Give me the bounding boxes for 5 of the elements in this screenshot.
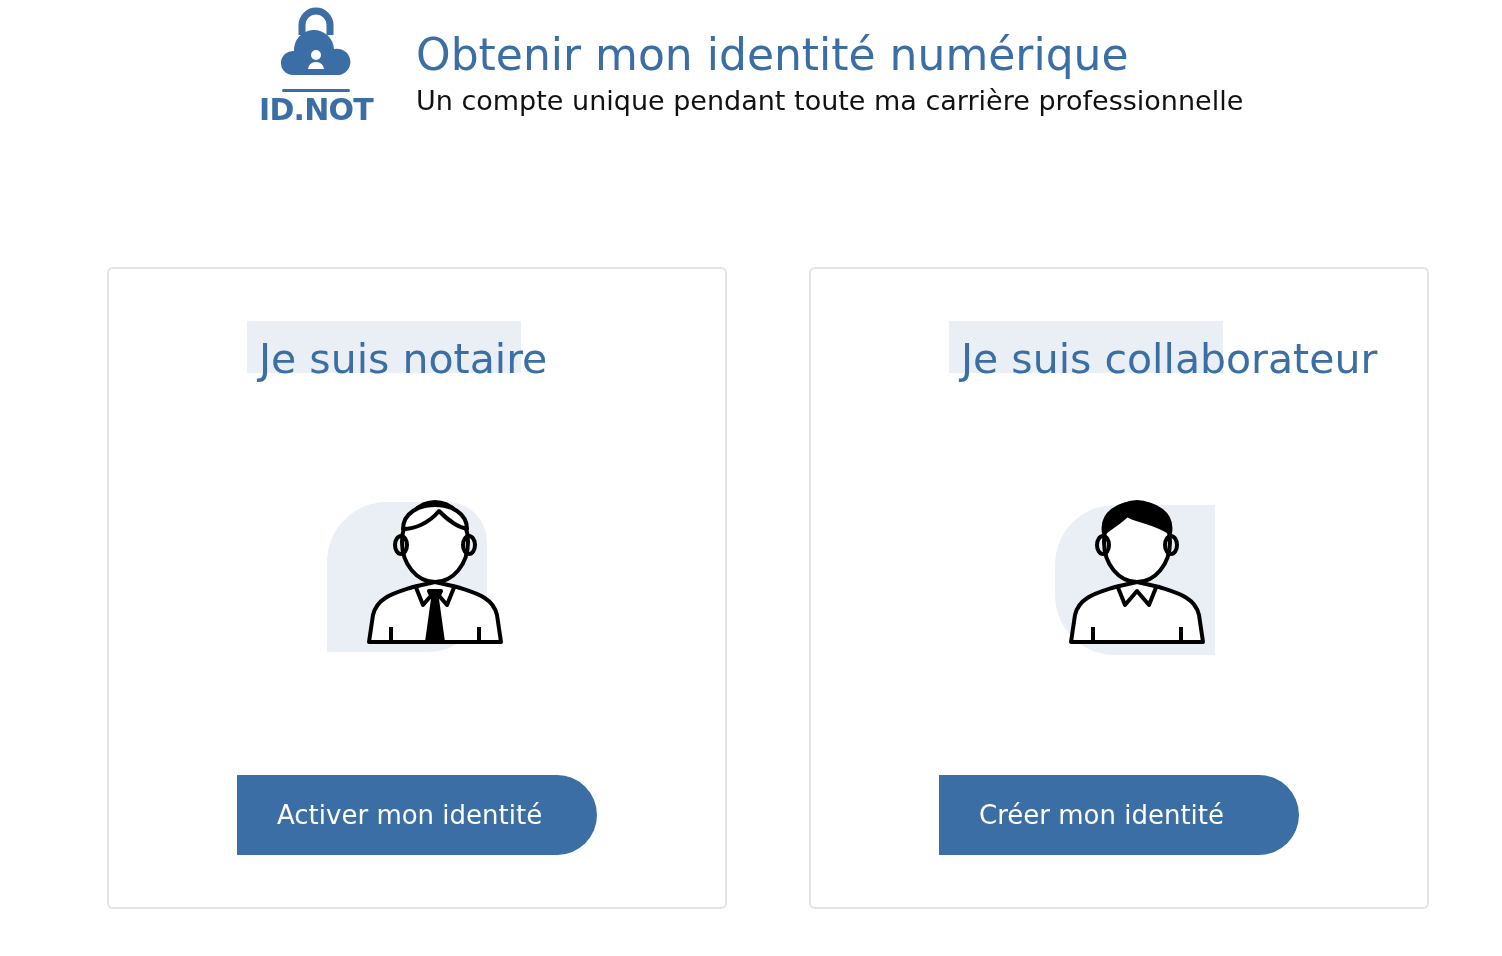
page-subtitle: Un compte unique pendant toute ma carrière professionnelle xyxy=(416,84,1244,118)
page-title: Obtenir mon identité numérique xyxy=(416,28,1130,82)
action-button[interactable]: Créer mon identité xyxy=(939,775,1299,855)
action-button[interactable]: Activer mon identité xyxy=(237,775,597,855)
logo-text: ID.NOT xyxy=(258,95,373,125)
